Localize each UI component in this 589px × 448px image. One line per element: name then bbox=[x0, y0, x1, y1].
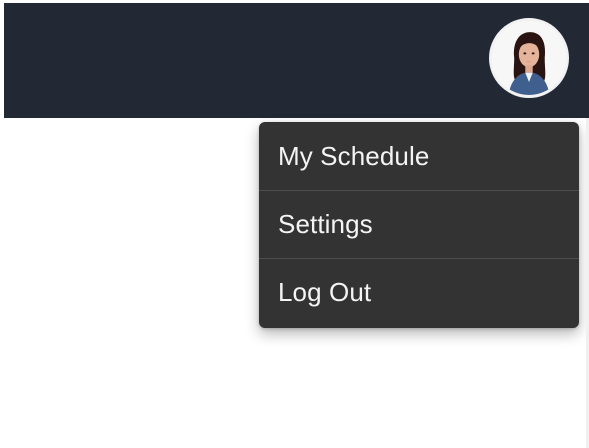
app-frame: My Schedule Settings Log Out bbox=[0, 0, 589, 448]
menu-item-label: My Schedule bbox=[278, 140, 430, 171]
menu-item-label: Settings bbox=[278, 209, 373, 239]
menu-item-log-out[interactable]: Log Out bbox=[259, 258, 579, 326]
menu-item-settings[interactable]: Settings bbox=[259, 190, 579, 258]
menu-item-label: Log Out bbox=[278, 277, 372, 307]
user-avatar-button[interactable] bbox=[489, 18, 569, 98]
user-dropdown-menu: My Schedule Settings Log Out bbox=[259, 122, 579, 328]
user-avatar-icon bbox=[492, 21, 566, 95]
menu-item-my-schedule[interactable]: My Schedule bbox=[259, 122, 579, 190]
